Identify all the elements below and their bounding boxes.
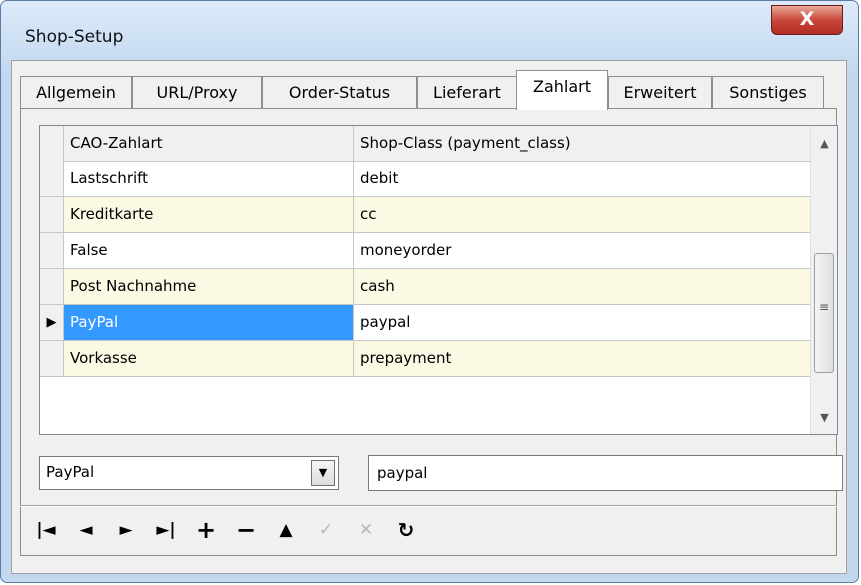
row-indicator [40, 341, 64, 376]
last-record-icon[interactable]: ►| [150, 514, 182, 546]
next-record-icon[interactable]: ► [110, 514, 142, 546]
row-indicator [40, 233, 64, 268]
window-title: Shop-Setup [25, 27, 124, 47]
cancel-record-icon[interactable]: ✕ [350, 514, 382, 546]
edit-record-icon[interactable]: ▲ [270, 514, 302, 546]
grip-icon: ≡ [818, 300, 830, 314]
cell-zahlart[interactable]: Kreditkarte [64, 197, 354, 232]
title-bar: Shop-Setup X [1, 1, 858, 59]
first-record-icon[interactable]: |◄ [30, 514, 62, 546]
refresh-icon[interactable]: ↻ [390, 514, 422, 546]
tab-label: Erweitert [623, 83, 697, 102]
close-icon: X [799, 8, 815, 30]
scroll-thumb[interactable]: ≡ [814, 253, 834, 373]
tab-label: Sonstiges [729, 83, 807, 102]
row-indicator [40, 197, 64, 232]
column-header-shop-class[interactable]: Shop-Class (payment_class) [354, 126, 810, 161]
table-row[interactable]: Kreditkarte cc [40, 197, 810, 233]
cell-zahlart[interactable]: PayPal [64, 305, 354, 340]
navigator-divider [20, 505, 837, 507]
row-indicator-header [40, 126, 64, 161]
tab-url-proxy[interactable]: URL/Proxy [132, 76, 262, 108]
chevron-down-icon[interactable]: ▼ [311, 460, 335, 486]
scroll-up-icon[interactable]: ▲ [811, 130, 837, 157]
grid-header-row: CAO-Zahlart Shop-Class (payment_class) [40, 126, 810, 162]
tab-allgemein[interactable]: Allgemein [20, 76, 132, 108]
post-record-icon[interactable]: ✓ [310, 514, 342, 546]
cell-zahlart[interactable]: Vorkasse [64, 341, 354, 376]
column-header-cao-zahlart[interactable]: CAO-Zahlart [64, 126, 354, 161]
tab-lieferart[interactable]: Lieferart [417, 76, 517, 108]
table-row[interactable]: False moneyorder [40, 233, 810, 269]
cell-shop-class[interactable]: prepayment [354, 341, 810, 376]
scroll-down-icon[interactable]: ▼ [811, 404, 837, 431]
row-indicator [40, 269, 64, 304]
tab-label: Lieferart [433, 83, 501, 102]
tab-erweitert[interactable]: Erweitert [608, 76, 712, 108]
shop-class-input-value: paypal [377, 464, 428, 482]
insert-record-icon[interactable]: + [190, 514, 222, 546]
cell-shop-class[interactable]: cc [354, 197, 810, 232]
cell-zahlart[interactable]: Post Nachnahme [64, 269, 354, 304]
tab-label: Allgemein [36, 83, 116, 102]
table-row-selected[interactable]: ▶ PayPal paypal [40, 305, 810, 341]
cell-shop-class[interactable]: debit [354, 161, 810, 196]
cell-shop-class[interactable]: cash [354, 269, 810, 304]
tab-label: URL/Proxy [156, 83, 238, 102]
cell-zahlart[interactable]: False [64, 233, 354, 268]
cell-zahlart[interactable]: Lastschrift [64, 161, 354, 196]
table-row[interactable]: Vorkasse prepayment [40, 341, 810, 377]
zahlart-grid[interactable]: CAO-Zahlart Shop-Class (payment_class) L… [39, 125, 838, 435]
tab-zahlart[interactable]: Zahlart [516, 70, 608, 110]
shop-class-input[interactable]: paypal [368, 455, 843, 491]
tab-label: Zahlart [532, 77, 591, 96]
current-row-indicator-icon: ▶ [40, 305, 64, 340]
row-indicator [40, 161, 64, 196]
delete-record-icon[interactable]: − [230, 514, 262, 546]
combobox-value: PayPal [46, 463, 95, 481]
tab-label: Order-Status [288, 83, 391, 102]
cell-shop-class[interactable]: moneyorder [354, 233, 810, 268]
tab-sonstiges[interactable]: Sonstiges [712, 76, 824, 108]
table-row[interactable]: Lastschrift debit [40, 161, 810, 197]
vertical-scrollbar[interactable]: ▲ ≡ ▼ [810, 126, 837, 434]
close-button[interactable]: X [771, 5, 843, 35]
zahlart-combobox[interactable]: PayPal ▼ [39, 456, 339, 490]
cell-shop-class[interactable]: paypal [354, 305, 810, 340]
tab-order-status[interactable]: Order-Status [262, 76, 417, 108]
prior-record-icon[interactable]: ◄ [70, 514, 102, 546]
table-row[interactable]: Post Nachnahme cash [40, 269, 810, 305]
